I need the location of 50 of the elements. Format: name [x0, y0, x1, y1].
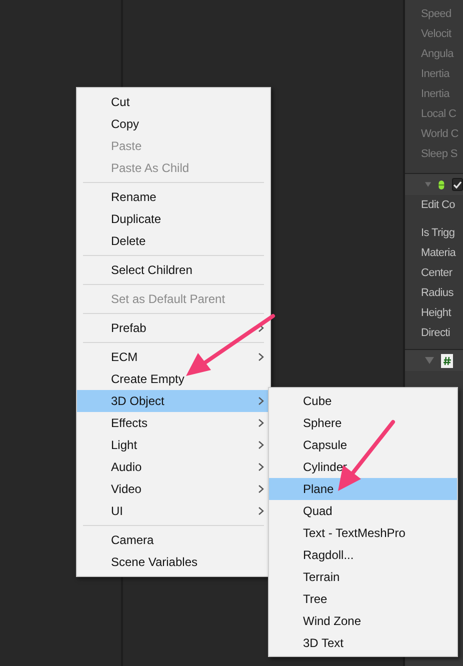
field-label: World C [420, 127, 460, 142]
menu-item[interactable]: Terrain [269, 566, 457, 588]
menu-item[interactable]: 3D Text [269, 632, 457, 654]
field-label: Height [420, 306, 452, 321]
menu-item[interactable]: Delete [77, 230, 270, 252]
checkmark-icon [453, 180, 462, 188]
menu-item[interactable]: Quad [269, 500, 457, 522]
menu-item[interactable]: Tree [269, 588, 457, 610]
menu-item[interactable]: ECM [77, 346, 270, 368]
field-label: Velocit [420, 27, 452, 42]
menu-item[interactable]: UI [77, 500, 270, 522]
menu-item[interactable]: Text - TextMeshPro [269, 522, 457, 544]
field-label: Inertia [420, 87, 451, 102]
component-header[interactable] [405, 349, 463, 371]
menu-item[interactable]: Light [77, 434, 270, 456]
field-label: Angula [420, 47, 455, 62]
field-label: Sleep S [420, 147, 458, 162]
menu-item[interactable]: Select Children [77, 259, 270, 281]
menu-item[interactable]: Effects [77, 412, 270, 434]
script-icon [441, 354, 453, 368]
field-label: Edit Co [420, 198, 456, 213]
menu-item[interactable]: Cylinder [269, 456, 457, 478]
menu-item[interactable]: Create Empty [77, 368, 270, 390]
field-label: Speed [420, 7, 452, 22]
menu-item[interactable]: Ragdoll... [269, 544, 457, 566]
field-label: Materia [420, 246, 457, 261]
menu-item[interactable]: Duplicate [77, 208, 270, 230]
menu-item[interactable]: Wind Zone [269, 610, 457, 632]
menu-item[interactable]: Camera [77, 529, 270, 551]
menu-item[interactable]: Scene Variables [77, 551, 270, 573]
menu-item[interactable]: Audio [77, 456, 270, 478]
field-label: Is Trigg [420, 226, 456, 241]
capsule-icon [438, 178, 445, 192]
field-label: Radius [420, 286, 454, 301]
component-header[interactable] [405, 173, 463, 195]
menu-item[interactable]: Prefab [77, 317, 270, 339]
menu-item[interactable]: Cut [77, 91, 270, 113]
menu-item[interactable]: Sphere [269, 412, 457, 434]
enable-checkbox[interactable] [452, 178, 463, 191]
field-label: Directi [420, 326, 452, 341]
field-label: Local C [420, 107, 458, 122]
menu-item[interactable]: Rename [77, 186, 270, 208]
menu-item[interactable]: Capsule [269, 434, 457, 456]
field-label: Center [420, 266, 454, 281]
field-label: Inertia [420, 67, 451, 82]
menu-item[interactable]: Copy [77, 113, 270, 135]
menu-item[interactable]: Plane [269, 478, 457, 500]
menu-item[interactable]: 3D Object [77, 390, 270, 412]
menu-item[interactable]: Cube [269, 390, 457, 412]
menu-item[interactable]: Video [77, 478, 270, 500]
